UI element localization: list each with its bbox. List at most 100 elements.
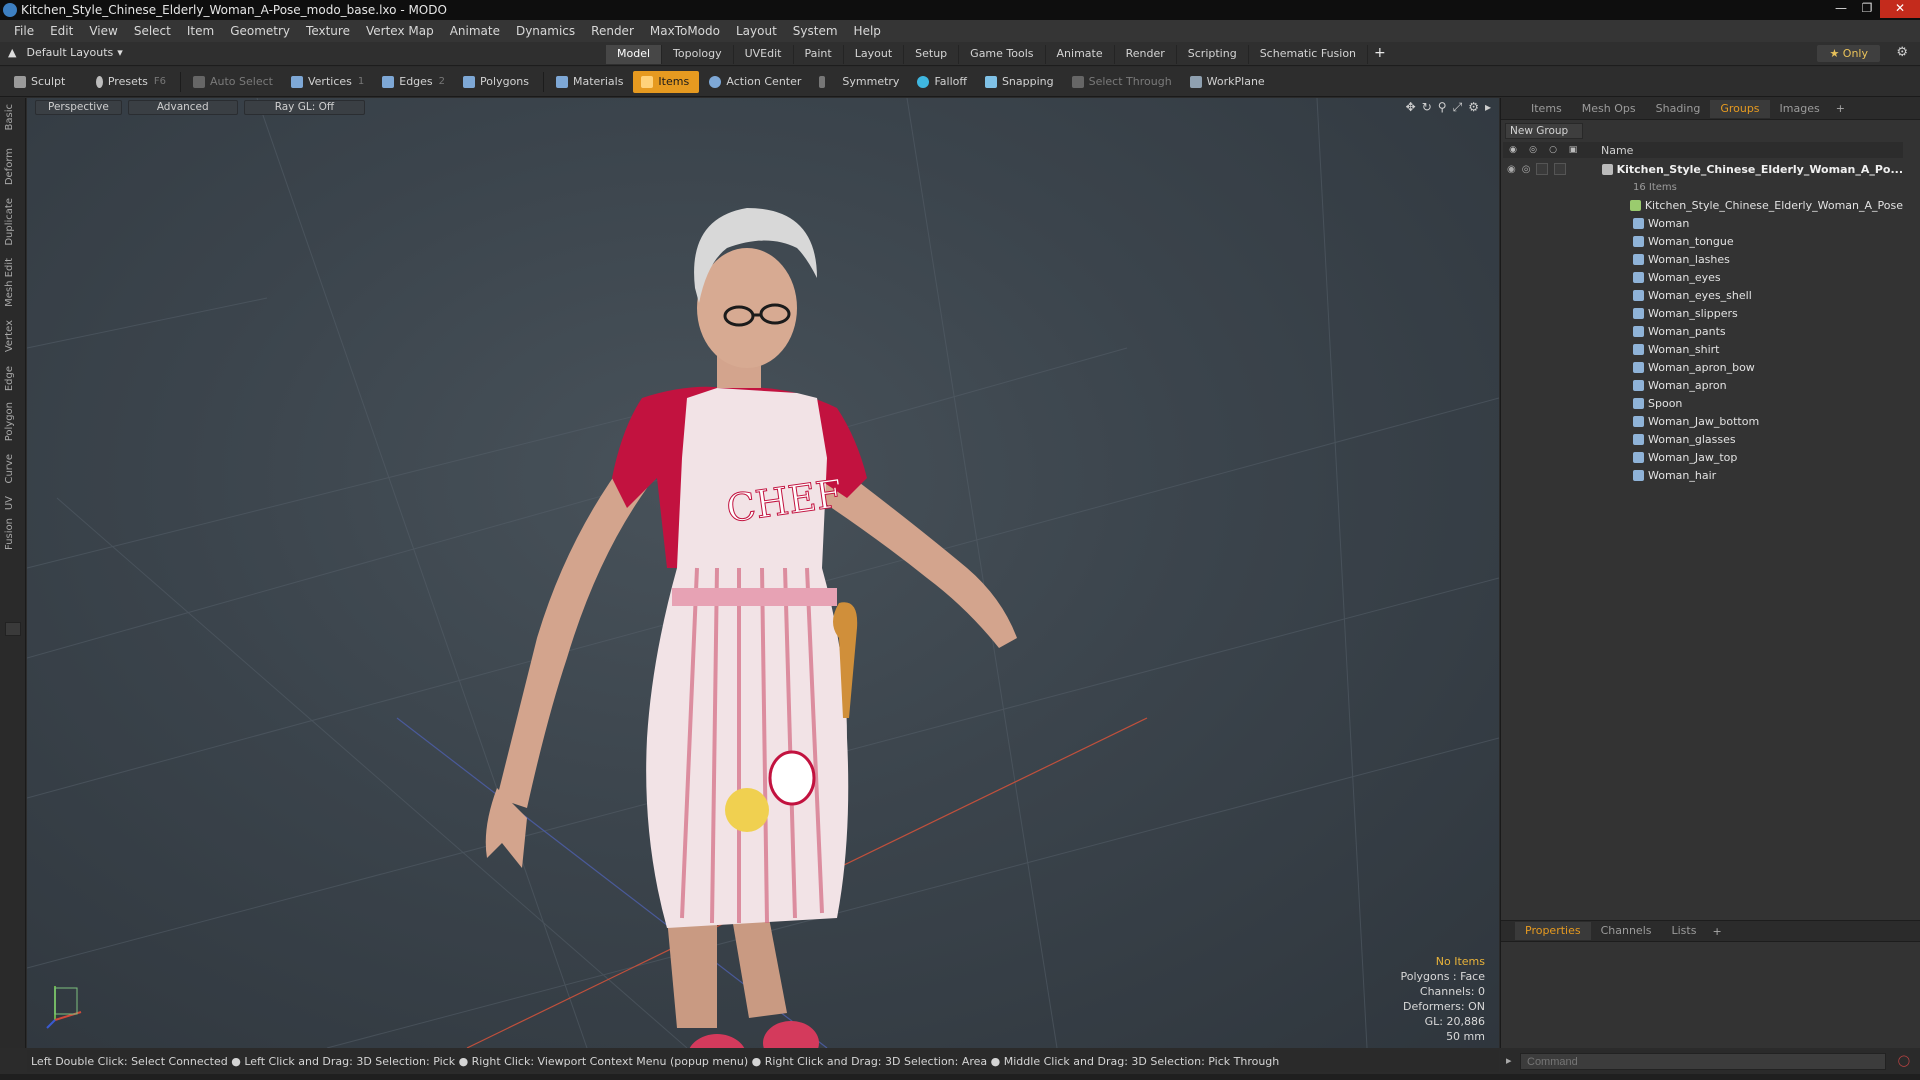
left-tab-duplicate[interactable]: Duplicate bbox=[4, 198, 15, 246]
group-item-row[interactable]: Woman_slippers bbox=[1503, 304, 1903, 322]
group-item-row[interactable]: Woman_lashes bbox=[1503, 250, 1903, 268]
menu-dynamics[interactable]: Dynamics bbox=[508, 24, 583, 38]
perspective-button[interactable]: Perspective bbox=[35, 99, 122, 115]
tab-schematic-fusion[interactable]: Schematic Fusion bbox=[1249, 45, 1369, 64]
tab-properties[interactable]: Properties bbox=[1515, 922, 1591, 940]
group-item-row[interactable]: Woman_eyes bbox=[1503, 268, 1903, 286]
left-tab-vertex[interactable]: Vertex bbox=[4, 320, 15, 352]
tab-game-tools[interactable]: Game Tools bbox=[959, 45, 1046, 64]
group-item-row[interactable]: Woman_Jaw_bottom bbox=[1503, 412, 1903, 430]
visibility-column-icon[interactable]: ◉ bbox=[1503, 143, 1523, 157]
close-icon[interactable]: ✕ bbox=[1880, 0, 1920, 18]
snapping-button[interactable]: Snapping bbox=[977, 71, 1062, 93]
group-item-row[interactable]: Woman_pants bbox=[1503, 322, 1903, 340]
tab-paint[interactable]: Paint bbox=[794, 45, 844, 64]
tab-animate[interactable]: Animate bbox=[1046, 45, 1115, 64]
zoom-icon[interactable]: ⚲ bbox=[1438, 100, 1447, 115]
minimize-icon[interactable]: — bbox=[1828, 0, 1854, 18]
menu-select[interactable]: Select bbox=[126, 24, 179, 38]
group-item-row[interactable]: Woman_apron bbox=[1503, 376, 1903, 394]
tab-setup[interactable]: Setup bbox=[904, 45, 960, 64]
symmetry-button[interactable]: Symmetry bbox=[811, 71, 907, 93]
materials-button[interactable]: Materials bbox=[548, 71, 631, 93]
tab-layout[interactable]: Layout bbox=[844, 45, 905, 64]
add-tab-icon[interactable]: + bbox=[1368, 45, 1392, 64]
menu-geometry[interactable]: Geometry bbox=[222, 24, 298, 38]
menu-system[interactable]: System bbox=[785, 24, 846, 38]
falloff-button[interactable]: Falloff bbox=[909, 71, 974, 93]
layout-selector[interactable]: ▲ Default Layouts ▾ bbox=[8, 46, 123, 59]
left-tab-mesh-edit[interactable]: Mesh Edit bbox=[4, 258, 15, 307]
items-button[interactable]: Items bbox=[633, 70, 700, 93]
panel-toggle-button[interactable] bbox=[5, 622, 21, 636]
group-item-row[interactable]: Woman_Jaw_top bbox=[1503, 448, 1903, 466]
advanced-button[interactable]: Advanced bbox=[127, 99, 238, 115]
left-tab-fusion[interactable]: Fusion bbox=[4, 518, 15, 550]
group-item-row[interactable]: Woman_tongue bbox=[1503, 232, 1903, 250]
only-toggle[interactable]: ★ Only bbox=[1817, 45, 1880, 62]
command-input[interactable] bbox=[1520, 1053, 1886, 1070]
menu-vertex-map[interactable]: Vertex Map bbox=[358, 24, 442, 38]
menu-layout[interactable]: Layout bbox=[728, 24, 785, 38]
polygons-button[interactable]: Polygons bbox=[455, 71, 537, 93]
select-checkbox[interactable] bbox=[1554, 163, 1567, 175]
eye-icon[interactable]: ◉ bbox=[1507, 164, 1516, 175]
tab-items[interactable]: Items bbox=[1521, 100, 1572, 118]
menu-item[interactable]: Item bbox=[179, 24, 222, 38]
group-item-row[interactable]: Woman_shirt bbox=[1503, 340, 1903, 358]
vertices-button[interactable]: Vertices 1 bbox=[283, 71, 372, 93]
group-item-row[interactable]: Kitchen_Style_Chinese_Elderly_Woman_A_Po… bbox=[1503, 196, 1903, 214]
left-tab-edge[interactable]: Edge bbox=[4, 366, 15, 391]
raygl-button[interactable]: Ray GL: Off bbox=[243, 99, 366, 115]
group-item-row[interactable]: Woman_glasses bbox=[1503, 430, 1903, 448]
left-tab-basic[interactable]: Basic bbox=[4, 104, 15, 130]
sculpt-button[interactable]: Sculpt bbox=[6, 71, 86, 93]
menu-help[interactable]: Help bbox=[846, 24, 889, 38]
tab-groups[interactable]: Groups bbox=[1710, 99, 1770, 118]
left-tab-uv[interactable]: UV bbox=[4, 496, 15, 510]
menu-view[interactable]: View bbox=[81, 24, 125, 38]
menu-maxtomodo[interactable]: MaxToModo bbox=[642, 24, 728, 38]
gear-icon[interactable]: ⚙ bbox=[1896, 45, 1908, 60]
edges-button[interactable]: Edges 2 bbox=[374, 71, 453, 93]
tab-render[interactable]: Render bbox=[1115, 45, 1177, 64]
menu-render[interactable]: Render bbox=[583, 24, 642, 38]
tab-shading[interactable]: Shading bbox=[1646, 100, 1711, 118]
select-column-icon[interactable]: ▣ bbox=[1563, 143, 1583, 157]
maximize-icon[interactable]: ⤢ bbox=[1453, 100, 1463, 115]
left-tab-curve[interactable]: Curve bbox=[4, 454, 15, 484]
tab-scripting[interactable]: Scripting bbox=[1177, 45, 1249, 64]
add-panel-tab-icon[interactable]: + bbox=[1836, 102, 1845, 115]
tab-uvedit[interactable]: UVEdit bbox=[734, 45, 794, 64]
lock-checkbox[interactable] bbox=[1536, 163, 1549, 175]
3d-viewport[interactable]: CHEF Perspective Advanced Ray GL: Off ✥ … bbox=[27, 98, 1499, 1048]
tab-lists[interactable]: Lists bbox=[1662, 922, 1707, 940]
presets-button[interactable]: Presets F6 bbox=[88, 71, 174, 93]
tab-topology[interactable]: Topology bbox=[662, 45, 734, 64]
tab-mesh-ops[interactable]: Mesh Ops bbox=[1572, 100, 1646, 118]
menu-file[interactable]: File bbox=[6, 24, 42, 38]
auto-select-button[interactable]: Auto Select bbox=[185, 71, 281, 93]
command-clear-icon[interactable]: ◯ bbox=[1898, 1054, 1910, 1067]
viewport-gear-icon[interactable]: ⚙ bbox=[1468, 100, 1479, 115]
tab-channels[interactable]: Channels bbox=[1591, 922, 1662, 940]
add-properties-tab-icon[interactable]: + bbox=[1712, 925, 1721, 938]
left-tab-polygon[interactable]: Polygon bbox=[4, 402, 15, 441]
restore-icon[interactable]: ❐ bbox=[1854, 0, 1880, 18]
select-through-button[interactable]: Select Through bbox=[1064, 71, 1180, 93]
render-icon[interactable]: ◎ bbox=[1522, 164, 1531, 175]
menu-edit[interactable]: Edit bbox=[42, 24, 81, 38]
viewport-more-icon[interactable]: ▸ bbox=[1485, 100, 1491, 115]
group-row[interactable]: ◉ ◎ Kitchen_Style_Chinese_Elderly_Woman_… bbox=[1503, 160, 1903, 178]
group-item-row[interactable]: Woman bbox=[1503, 214, 1903, 232]
rotate-icon[interactable]: ↻ bbox=[1422, 100, 1432, 115]
group-item-row[interactable]: Woman_eyes_shell bbox=[1503, 286, 1903, 304]
lock-column-icon[interactable]: ○ bbox=[1543, 143, 1563, 157]
group-item-row[interactable]: Spoon bbox=[1503, 394, 1903, 412]
left-tab-deform[interactable]: Deform bbox=[4, 148, 15, 185]
render-column-icon[interactable]: ◎ bbox=[1523, 143, 1543, 157]
tab-model[interactable]: Model bbox=[606, 45, 663, 64]
tab-images[interactable]: Images bbox=[1770, 100, 1830, 118]
group-item-row[interactable]: Woman_hair bbox=[1503, 466, 1903, 484]
action-center-button[interactable]: Action Center bbox=[701, 71, 809, 93]
